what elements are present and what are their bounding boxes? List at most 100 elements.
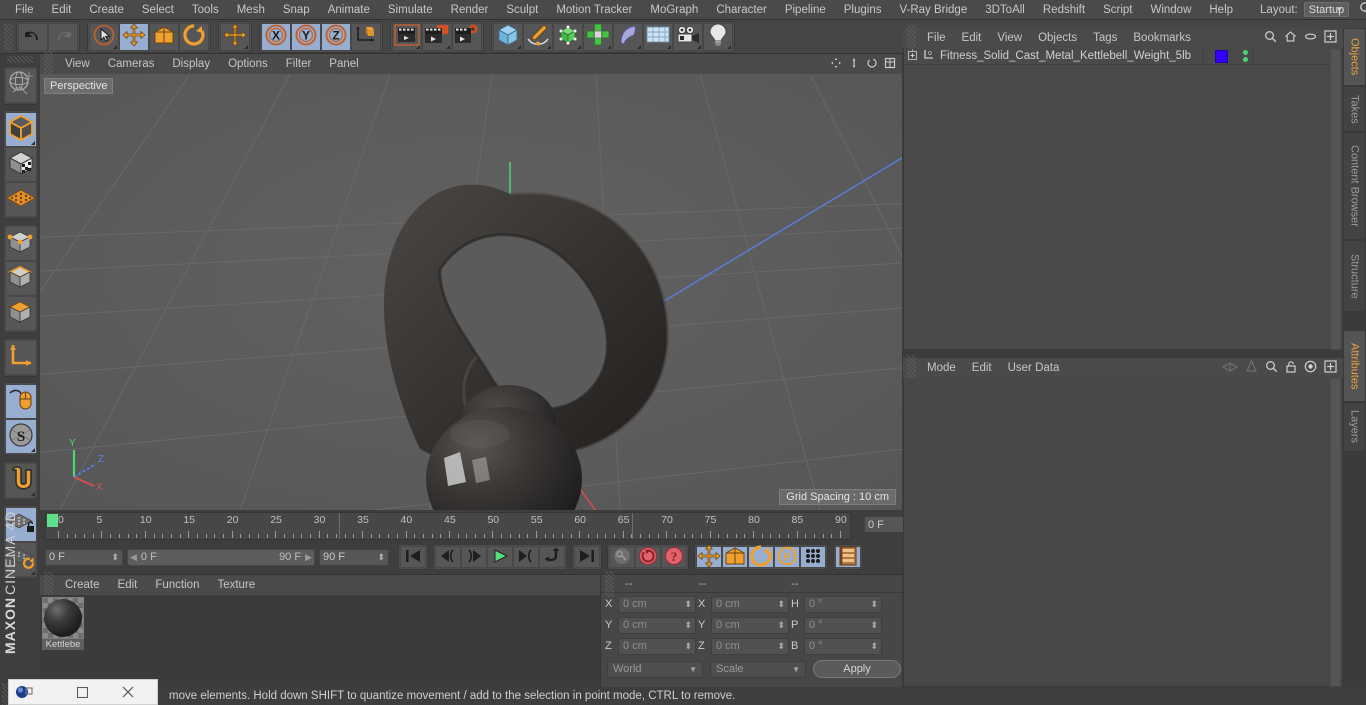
render-settings-button[interactable] bbox=[452, 22, 482, 51]
coordinate-field-rotation[interactable]: 0 ° ⬍ bbox=[804, 595, 882, 613]
attribute-content[interactable] bbox=[903, 378, 1343, 687]
viewport-3d-canvas[interactable]: Perspective Grid Spacing : 10 cm Y Z X bbox=[40, 74, 902, 510]
magnet-tool[interactable] bbox=[5, 463, 37, 498]
spinner-icon[interactable]: ⬍ bbox=[870, 599, 878, 609]
ellipse-icon[interactable] bbox=[1304, 30, 1317, 46]
menu-sculpt[interactable]: Sculpt bbox=[497, 0, 547, 20]
end-frame-field[interactable]: 90 F ⬍ bbox=[319, 548, 389, 566]
rotate-view-icon[interactable] bbox=[866, 57, 878, 72]
menu-file[interactable]: File bbox=[6, 0, 43, 20]
object-row[interactable]: o Fitness_Solid_Cast_Metal_Kettlebell_We… bbox=[904, 48, 1342, 65]
plus-box-icon[interactable] bbox=[1324, 30, 1337, 46]
current-frame-marker[interactable] bbox=[47, 514, 58, 527]
dropdown-corner-icon[interactable] bbox=[577, 44, 581, 49]
dropdown-corner-icon[interactable] bbox=[416, 44, 420, 49]
menu-help[interactable]: Help bbox=[1200, 0, 1242, 20]
range-left-arrow-icon[interactable]: ◀ bbox=[130, 552, 137, 563]
object-tree[interactable]: o Fitness_Solid_Cast_Metal_Kettlebell_We… bbox=[903, 48, 1343, 350]
add-light[interactable] bbox=[703, 22, 733, 51]
menu-script[interactable]: Script bbox=[1094, 0, 1141, 20]
range-right-arrow-icon[interactable]: ▶ bbox=[305, 552, 312, 563]
target-icon[interactable] bbox=[1304, 360, 1317, 376]
dropdown-corner-icon[interactable] bbox=[607, 44, 611, 49]
material-menu-edit[interactable]: Edit bbox=[109, 579, 147, 591]
lock-z-axis[interactable]: Z bbox=[321, 22, 351, 51]
record-active-objects-button[interactable] bbox=[609, 546, 635, 568]
move-cursor-tool[interactable] bbox=[220, 22, 250, 51]
polygons-mode-tool[interactable] bbox=[5, 296, 37, 331]
render-to-picture-viewer-button[interactable] bbox=[422, 22, 452, 51]
record-parameter-button[interactable] bbox=[800, 546, 826, 568]
home-icon[interactable] bbox=[1284, 30, 1297, 46]
material-menu-create[interactable]: Create bbox=[56, 579, 109, 591]
timeline-filter-button[interactable] bbox=[835, 546, 861, 568]
add-generator[interactable] bbox=[553, 22, 583, 51]
attribute-menu-user-data[interactable]: User Data bbox=[1000, 362, 1068, 374]
spinner-icon[interactable]: ⬍ bbox=[111, 552, 119, 562]
move-tool[interactable] bbox=[119, 22, 149, 51]
object-menu-view[interactable]: View bbox=[989, 32, 1030, 44]
tab-takes[interactable]: Takes bbox=[1343, 86, 1366, 132]
viewport-menu-panel[interactable]: Panel bbox=[320, 58, 367, 70]
menu-window[interactable]: Window bbox=[1141, 0, 1200, 20]
menu-motion-tracker[interactable]: Motion Tracker bbox=[547, 0, 641, 20]
coordinate-mode-select[interactable]: Scale ▼ bbox=[710, 660, 806, 678]
attribute-menu-edit[interactable]: Edit bbox=[964, 362, 1000, 374]
coordinate-system-select[interactable]: World ▼ bbox=[607, 660, 703, 678]
menu-snap[interactable]: Snap bbox=[274, 0, 319, 20]
spinner-icon[interactable]: ⬍ bbox=[870, 620, 878, 630]
record-rotation-button[interactable] bbox=[748, 544, 774, 568]
maximize-view-icon[interactable] bbox=[884, 57, 896, 72]
redo-button[interactable] bbox=[48, 22, 78, 51]
uv-mesh-tool[interactable] bbox=[5, 182, 37, 217]
search-icon[interactable] bbox=[1264, 30, 1277, 46]
go-to-next-key-button[interactable] bbox=[513, 546, 539, 568]
record-pla-button[interactable]: P bbox=[774, 546, 800, 568]
dropdown-corner-icon[interactable] bbox=[113, 44, 117, 49]
edges-mode-tool[interactable] bbox=[5, 261, 37, 296]
viewport-menu-view[interactable]: View bbox=[56, 58, 99, 70]
world-object-coordinates[interactable] bbox=[351, 22, 381, 51]
pan-view-icon[interactable] bbox=[830, 57, 842, 72]
tab-layers[interactable]: Layers bbox=[1343, 402, 1366, 452]
lock-x-axis[interactable]: X bbox=[261, 22, 291, 51]
coordinate-field-position[interactable]: 0 cm ⬍ bbox=[618, 616, 696, 634]
keyframe-selection-button[interactable]: ? bbox=[661, 546, 687, 568]
menu-v-ray-bridge[interactable]: V-Ray Bridge bbox=[890, 0, 976, 20]
zoom-view-icon[interactable] bbox=[848, 57, 860, 72]
add-camera[interactable] bbox=[673, 22, 703, 51]
menu-tools[interactable]: Tools bbox=[183, 0, 228, 20]
object-manager-scrollbar[interactable] bbox=[1330, 48, 1341, 350]
search-icon[interactable] bbox=[1265, 360, 1278, 376]
close-window-icon[interactable] bbox=[105, 679, 151, 705]
scale-tool[interactable] bbox=[149, 22, 179, 51]
texture-mode-tool[interactable] bbox=[5, 147, 37, 182]
live-selection-tool[interactable] bbox=[5, 68, 37, 103]
viewport-menu-options[interactable]: Options bbox=[219, 58, 277, 70]
axis-modify-tool[interactable] bbox=[5, 340, 37, 375]
spinner-icon[interactable]: ⬍ bbox=[777, 620, 785, 630]
viewport-menu-cameras[interactable]: Cameras bbox=[99, 58, 164, 70]
visibility-dot-render[interactable] bbox=[1242, 57, 1248, 62]
undo-button[interactable] bbox=[18, 22, 48, 51]
timeline-ruler[interactable]: 0 5 10 15 20 25 30 35 40 45 50 55 60 65 70 75 80 85 90 bbox=[45, 512, 851, 540]
viewport-menu-filter[interactable]: Filter bbox=[277, 58, 321, 70]
menu-edit[interactable]: Edit bbox=[43, 0, 81, 20]
material-preview-swatch[interactable] bbox=[42, 597, 84, 639]
menu-3dtoall[interactable]: 3DToAll bbox=[976, 0, 1034, 20]
record-position-button[interactable] bbox=[696, 543, 722, 568]
dropdown-corner-icon[interactable] bbox=[31, 141, 35, 145]
rotate-tool[interactable] bbox=[179, 22, 209, 51]
menu-mograph[interactable]: MoGraph bbox=[641, 0, 707, 20]
attribute-manager-scrollbar[interactable] bbox=[1330, 378, 1341, 687]
lock-y-axis[interactable]: Y bbox=[291, 22, 321, 51]
menu-character[interactable]: Character bbox=[707, 0, 776, 20]
go-to-start-button[interactable] bbox=[400, 546, 426, 568]
dropdown-corner-icon[interactable] bbox=[727, 44, 731, 49]
menu-mesh[interactable]: Mesh bbox=[228, 0, 274, 20]
dropdown-corner-icon[interactable] bbox=[697, 44, 701, 49]
points-mode-tool[interactable] bbox=[5, 226, 37, 261]
coordinate-field-rotation[interactable]: 0 ° ⬍ bbox=[804, 616, 882, 634]
coordinate-field-size[interactable]: 0 cm ⬍ bbox=[711, 616, 789, 634]
coordinate-field-position[interactable]: 0 cm ⬍ bbox=[618, 637, 696, 655]
